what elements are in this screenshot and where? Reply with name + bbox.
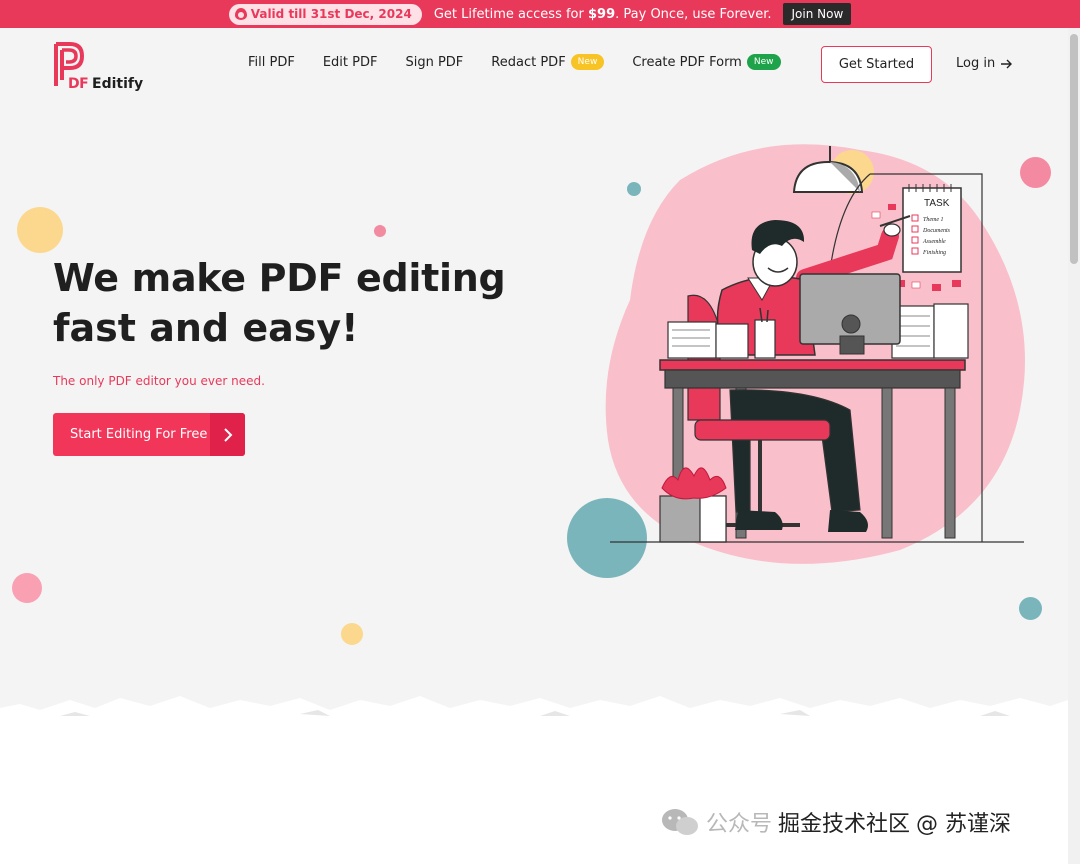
new-badge: New: [570, 54, 605, 70]
decor-circle: [374, 225, 386, 237]
arrow-right-icon: [1001, 59, 1013, 68]
login-link[interactable]: Log in: [956, 56, 1013, 71]
nav-create-pdf-form[interactable]: Create PDF Form New: [632, 54, 781, 70]
task-item: Assemble: [922, 239, 946, 245]
nav-redact-pdf-label: Redact PDF: [491, 54, 566, 70]
promo-bar: Valid till 31st Dec, 2024 Get Lifetime a…: [0, 0, 1080, 28]
get-started-button[interactable]: Get Started: [821, 46, 932, 83]
page-scrollbar[interactable]: [1068, 28, 1080, 864]
promo-badge: Valid till 31st Dec, 2024: [228, 3, 422, 25]
nav-edit-pdf-label: Edit PDF: [322, 54, 378, 70]
task-item: Theme 1: [923, 217, 944, 223]
task-title: TASK: [924, 198, 950, 209]
watermark-community: 掘金技术社区: [778, 812, 911, 837]
decor-circle: [1019, 597, 1042, 620]
hero-headline-line-2: fast and easy!: [53, 306, 359, 350]
hero-illustration: TASK Theme 1 Documents Assemble Finishin…: [567, 144, 1025, 578]
new-badge: New: [746, 54, 781, 70]
logo-name: Editify: [92, 76, 144, 92]
nav-redact-pdf[interactable]: Redact PDF New: [491, 54, 605, 70]
decor-circle: [341, 623, 363, 645]
start-editing-button[interactable]: Start Editing For Free: [53, 413, 245, 456]
hero-headline-line-1: We make PDF editing: [53, 256, 506, 300]
lower-section: [0, 720, 1068, 864]
task-item: Documents: [922, 228, 951, 234]
site-header: DF Editify Fill PDF Edit PDF Sign PDF Re…: [0, 28, 1068, 102]
nav-sign-pdf-label: Sign PDF: [405, 54, 464, 70]
promo-message: Get Lifetime access for $99. Pay Once, u…: [434, 7, 772, 22]
start-editing-label: Start Editing For Free: [70, 427, 208, 442]
watermark-account: 公众号: [706, 812, 773, 837]
task-item: Finishing: [922, 250, 946, 256]
promo-message-prefix: Get Lifetime access for: [433, 6, 588, 22]
nav-fill-pdf[interactable]: Fill PDF: [248, 54, 295, 70]
nav-sign-pdf[interactable]: Sign PDF: [405, 54, 463, 70]
wechat-icon: [662, 809, 698, 835]
scrollbar-thumb[interactable]: [1070, 34, 1078, 264]
nav-fill-pdf-label: Fill PDF: [248, 54, 295, 70]
logo-pdf-text: DF: [68, 76, 89, 92]
decor-circle: [12, 573, 42, 603]
nav-edit-pdf[interactable]: Edit PDF: [323, 54, 378, 70]
hero-tagline: The only PDF editor you ever need.: [53, 374, 265, 388]
chevron-right-icon: [210, 413, 245, 456]
main-nav: Fill PDF Edit PDF Sign PDF Redact PDF New…: [248, 54, 781, 70]
fire-icon: [234, 8, 247, 20]
watermark-author: @ 苏谨深: [916, 812, 1012, 837]
decor-circle: [17, 207, 63, 253]
login-label: Log in: [956, 56, 996, 71]
nav-create-pdf-form-label: Create PDF Form: [632, 54, 742, 70]
join-now-button[interactable]: Join Now: [783, 3, 852, 25]
promo-price: $99: [588, 6, 616, 22]
promo-message-suffix: . Pay Once, use Forever.: [615, 6, 772, 22]
logo[interactable]: DF Editify: [52, 40, 152, 96]
promo-badge-text: Valid till 31st Dec, 2024: [250, 7, 412, 21]
watermark: 公众号 掘金技术社区 @ 苏谨深: [660, 806, 1011, 838]
